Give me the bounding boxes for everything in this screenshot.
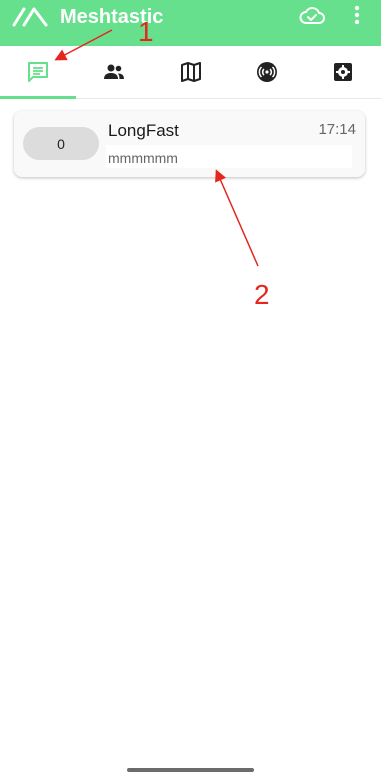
meshtastic-logo-icon [12, 7, 48, 27]
active-tab-indicator [0, 96, 77, 99]
tab-map[interactable] [152, 46, 228, 98]
tab-bar [0, 46, 381, 99]
tab-channel[interactable] [229, 46, 305, 98]
radio-signal-icon [256, 62, 277, 82]
channel-index-badge: 0 [23, 127, 99, 160]
cloud-check-icon[interactable] [298, 6, 326, 26]
annotation-arrow-2 [215, 169, 259, 267]
tab-nodes[interactable] [76, 46, 152, 98]
annotation-label-2: 2 [254, 279, 270, 310]
channel-card[interactable]: 0 LongFast 17:14 mmmmmm [14, 111, 365, 177]
top-app-bar: Meshtastic [0, 0, 381, 46]
settings-icon [333, 63, 352, 81]
channel-last-message-preview: mmmmmm [108, 150, 178, 166]
people-icon [104, 64, 125, 79]
more-vert-icon[interactable] [350, 4, 364, 26]
channel-last-message-time: 17:14 [318, 121, 356, 138]
annotation-label-1: 1 [138, 16, 154, 47]
chat-icon [28, 62, 49, 82]
map-icon [180, 62, 201, 82]
channel-name: LongFast [108, 121, 179, 140]
gesture-navigation-bar[interactable] [127, 768, 254, 772]
tab-messages[interactable] [0, 46, 77, 99]
app-screen: Meshtastic 0 LongFast 17:14 mmmmmm 1 2 [0, 0, 381, 782]
tab-settings[interactable] [305, 46, 381, 98]
